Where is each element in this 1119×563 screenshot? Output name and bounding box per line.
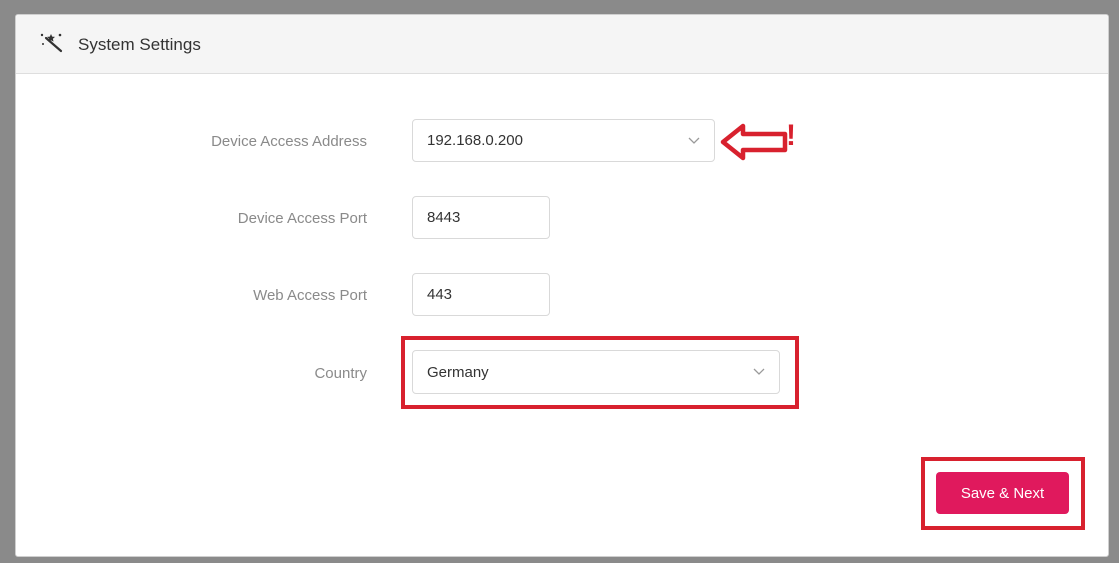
magic-wand-icon [40,33,63,53]
web-access-port-input[interactable]: 443 [412,273,550,316]
country-select[interactable]: Germany [412,350,780,394]
web-access-port-value: 443 [427,286,453,303]
device-access-port-label: Device Access Port [237,210,367,227]
web-access-port-label: Web Access Port [253,287,367,304]
system-settings-panel: System Settings Device Access Address 19… [15,14,1109,557]
device-access-port-value: 8443 [427,209,461,226]
page-title: System Settings [78,35,201,54]
chevron-down-icon [753,368,765,375]
country-label: Country [314,365,367,382]
device-access-address-label: Device Access Address [211,133,367,150]
device-access-address-value: 192.168.0.200 [427,132,523,149]
save-next-button[interactable]: Save & Next [936,472,1069,514]
chevron-down-icon [688,137,700,144]
panel-header: System Settings [16,15,1108,74]
exclamation-annotation: ! [786,119,796,152]
device-access-port-input[interactable]: 8443 [412,196,550,239]
country-value: Germany [427,363,489,381]
device-access-address-select[interactable]: 192.168.0.200 [412,119,715,162]
left-arrow-annotation-icon [720,123,788,161]
